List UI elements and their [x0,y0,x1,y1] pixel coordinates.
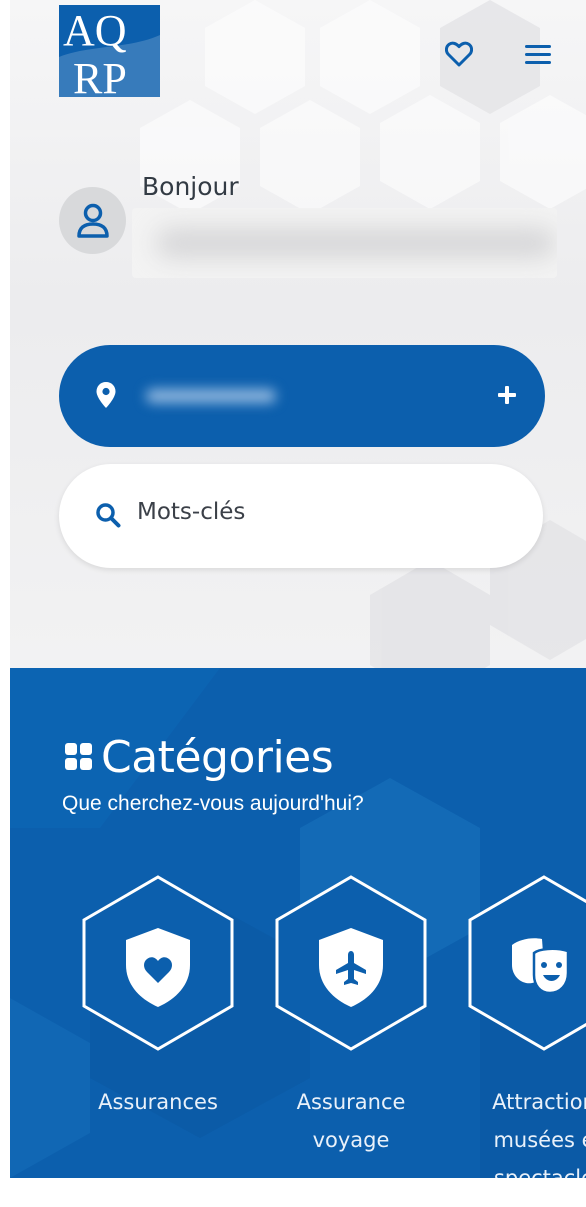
search-placeholder: Mots-clés [137,499,246,525]
categories-subtitle: Que cherchez-vous aujourd'hui? [62,792,364,815]
categories-heading: Catégories [62,732,334,783]
location-selector[interactable] [59,345,545,447]
categories-section: Catégories Que cherchez-vous aujourd'hui… [10,668,586,1207]
category-attractions[interactable]: Attraction musées e spectacle [464,873,586,1190]
category-hexagon [468,875,586,1051]
user-icon [76,203,109,238]
map-pin-icon [96,382,116,408]
svg-text:AQ: AQ [63,6,127,55]
categories-title: Catégories [101,732,334,783]
avatar[interactable] [59,187,126,254]
aqrp-logo[interactable]: AQ RP [59,5,160,97]
category-label: Assurance voyage [271,1083,431,1159]
hamburger-menu-icon [525,45,551,64]
category-label-line: voyage [312,1128,390,1152]
category-label-line: Assurance [296,1090,406,1114]
location-value-redacted [134,367,299,423]
favorites-button[interactable] [442,37,476,71]
category-label: Assurances [78,1083,238,1121]
hero-section: AQ RP Bonjour Mots-clés [10,0,586,670]
category-hexagon [275,875,427,1051]
greeting-label: Bonjour [142,172,239,201]
left-edge [0,0,10,1207]
hexagon-background [140,0,586,670]
search-icon [96,503,121,528]
user-name-redacted [132,208,557,278]
category-label-line: musées e [493,1128,586,1152]
category-assurances[interactable]: Assurances [78,873,238,1114]
bottom-edge [0,1178,586,1207]
svg-text:RP: RP [73,54,127,97]
category-assurance-voyage[interactable]: Assurance voyage [271,873,431,1152]
category-label-line: Assurances [98,1090,218,1114]
category-label-line: Attraction [492,1090,586,1114]
menu-button[interactable] [520,37,556,71]
plus-icon[interactable] [495,383,519,407]
app-screen: AQ RP Bonjour Mots-clés Catégories Que c… [10,0,586,1207]
search-input[interactable]: Mots-clés [59,464,543,568]
grid-icon [65,743,92,770]
category-hexagon [82,875,234,1051]
heart-outline-icon [445,41,473,67]
